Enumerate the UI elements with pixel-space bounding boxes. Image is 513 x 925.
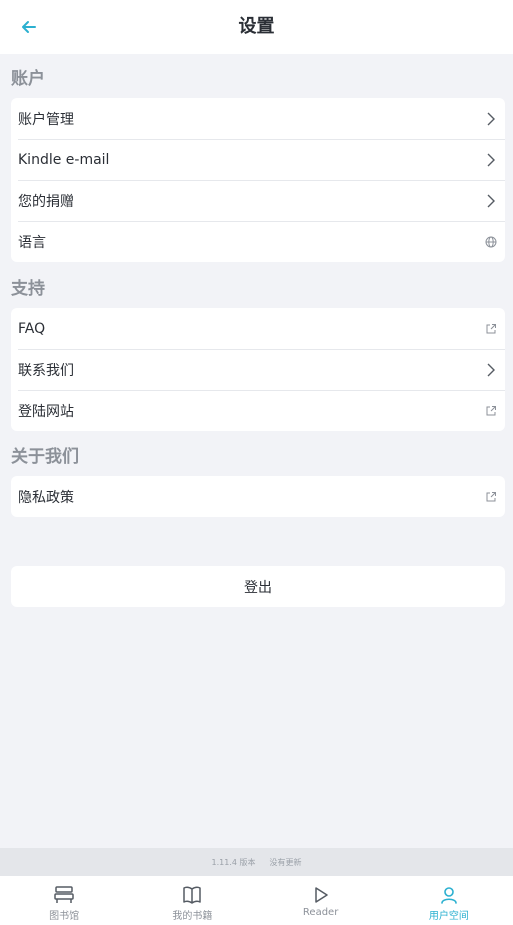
tab-reader[interactable]: Reader (257, 876, 385, 925)
globe-icon (485, 236, 497, 247)
bottom-tab-bar: 图书馆 我的书籍 Reader 用户空间 (0, 876, 513, 925)
external-link-icon (486, 323, 496, 333)
settings-row-language[interactable]: 语言 (11, 221, 505, 262)
section-title-about: 关于我们 (11, 447, 79, 467)
settings-row-donations[interactable]: 您的捐赠 (11, 180, 505, 221)
row-label: 联系我们 (18, 362, 74, 379)
library-icon (54, 886, 74, 903)
chevron-right-icon (487, 194, 495, 207)
version-text: 1.11.4 版本 (211, 857, 256, 867)
settings-row-privacy-policy[interactable]: 隐私政策 (11, 476, 505, 517)
row-label: 隐私政策 (18, 489, 74, 506)
tab-library[interactable]: 图书馆 (0, 876, 128, 925)
book-icon (183, 886, 202, 904)
tab-my-books[interactable]: 我的书籍 (128, 876, 256, 925)
tab-user-space[interactable]: 用户空间 (385, 876, 513, 925)
row-label: 您的捐赠 (18, 193, 74, 210)
settings-row-website-login[interactable]: 登陆网站 (11, 390, 505, 431)
version-bar: 1.11.4 版本 没有更新 (0, 848, 513, 876)
about-card: 隐私政策 (11, 476, 505, 517)
row-label: 账户管理 (18, 111, 74, 128)
tab-label: 图书馆 (49, 911, 80, 922)
external-link-icon (486, 491, 496, 501)
play-icon (314, 887, 328, 903)
settings-row-kindle-email[interactable]: Kindle e-mail (11, 139, 505, 180)
support-card: FAQ 联系我们 登陆网站 (11, 308, 505, 431)
settings-row-account-management[interactable]: 账户管理 (11, 98, 505, 139)
page-title: 设置 (238, 16, 275, 37)
row-label: Kindle e-mail (18, 151, 110, 168)
settings-row-faq[interactable]: FAQ (11, 308, 505, 349)
user-icon (441, 887, 457, 904)
chevron-right-icon (487, 112, 495, 125)
row-label: 登陆网站 (18, 403, 74, 420)
section-title-account: 账户 (11, 69, 45, 89)
tab-label: 我的书籍 (172, 911, 213, 922)
section-title-support: 支持 (11, 279, 45, 299)
external-link-icon (486, 405, 496, 415)
logout-button[interactable]: 登出 (11, 566, 505, 607)
tab-label: Reader (302, 907, 339, 918)
row-label: FAQ (18, 320, 46, 337)
top-bar: 设置 (0, 0, 513, 54)
settings-row-contact-us[interactable]: 联系我们 (11, 349, 505, 390)
tab-label: 用户空间 (428, 911, 469, 922)
account-card: 账户管理 Kindle e-mail 您的捐赠 语言 (11, 98, 505, 262)
update-status-text: 没有更新 (269, 857, 302, 867)
chevron-right-icon (487, 153, 495, 166)
chevron-right-icon (487, 363, 495, 376)
row-label: 语言 (18, 234, 46, 251)
